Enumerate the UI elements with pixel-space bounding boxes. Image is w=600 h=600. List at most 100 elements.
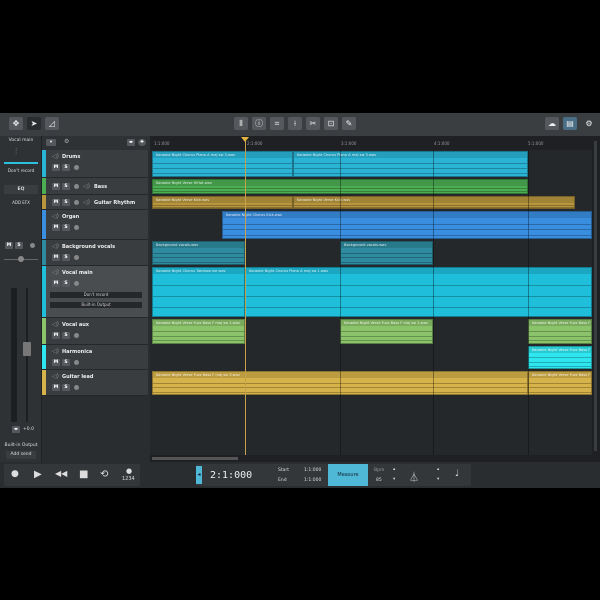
audio-clip[interactable]: Karaoke Night Chorus Piano A maj sw 1.wa… <box>245 267 592 317</box>
solo-button[interactable]: S <box>62 280 70 287</box>
audio-clip[interactable]: Karaoke Night Verse Fuzz Bass F maj sw 1… <box>528 319 592 344</box>
mute-button[interactable]: M <box>5 242 13 249</box>
record-arm-button[interactable] <box>74 281 79 286</box>
audio-clip[interactable]: Karaoke Night Chorus Piano A maj sw 3.wa… <box>152 151 293 177</box>
collapse-icon[interactable]: ◂▸ <box>127 139 135 146</box>
track-name[interactable]: Drums <box>62 154 80 160</box>
pointer-icon[interactable]: ➤ <box>27 117 41 130</box>
track-header-vocal-aux[interactable]: ◁) Vocal aux M S <box>42 318 148 345</box>
speaker-icon[interactable]: ◁) <box>52 373 59 380</box>
add-efx-button[interactable]: ADD EFX <box>4 199 38 207</box>
track-header-bass[interactable]: M S ◁) Bass <box>42 178 148 195</box>
speaker-icon[interactable]: ◁) <box>83 199 90 206</box>
automation-icon[interactable]: ◿ <box>45 117 59 130</box>
solo-button[interactable]: S <box>62 224 70 231</box>
track-header-harmonica[interactable]: ◁) Harmonica M S <box>42 345 148 370</box>
track-name[interactable]: Bass <box>94 184 107 190</box>
track-name[interactable]: Background vocals <box>62 244 115 250</box>
pencil-icon[interactable]: ✎ <box>342 117 356 130</box>
mute-button[interactable]: M <box>52 384 60 391</box>
locate-icon[interactable]: ◂ <box>196 466 202 484</box>
record-arm-button[interactable] <box>74 333 79 338</box>
record-mode-select[interactable]: Don't record <box>50 292 142 298</box>
paint-icon[interactable]: ⊡ <box>324 117 338 130</box>
speaker-icon[interactable]: ◁) <box>52 153 59 160</box>
track-name[interactable]: Harmonica <box>62 349 92 355</box>
solo-button[interactable]: S <box>62 359 70 366</box>
speaker-icon[interactable]: ◁) <box>83 183 90 190</box>
track-header-guitar-rhythm[interactable]: M S ◁) Guitar Rhythm <box>42 195 148 210</box>
track-name[interactable]: Guitar Rhythm <box>94 200 135 206</box>
move-icon[interactable]: ✥ <box>9 117 23 130</box>
record-arm-button[interactable] <box>74 200 79 205</box>
audio-clip[interactable]: Karaoke Night Chorus Piano A maj sw 3.wa… <box>293 151 528 177</box>
audio-clip[interactable]: Karaoke Night Verse Kick.wav <box>293 196 575 209</box>
record-arm-button[interactable] <box>74 225 79 230</box>
signature-down-icon[interactable]: ▾ <box>437 477 439 482</box>
bpm-value[interactable]: 85 <box>376 478 382 483</box>
track-name[interactable]: Guitar lead <box>62 374 93 380</box>
track-header-organ[interactable]: ◁) Organ M S <box>42 210 148 240</box>
volume-fader[interactable] <box>23 342 31 356</box>
loop-icon[interactable]: ⟲ <box>100 469 108 480</box>
note-icon[interactable]: ♩ <box>455 469 459 479</box>
solo-button[interactable]: S <box>15 242 23 249</box>
speaker-icon[interactable]: ◁) <box>52 243 59 250</box>
metronome-icon[interactable]: ⏃ <box>409 469 419 484</box>
record-mode[interactable]: Don't record <box>0 169 42 174</box>
track-header-vocal-main[interactable]: ◁) Vocal main M S Don't record Built-in … <box>42 266 148 318</box>
mute-button[interactable]: M <box>52 280 60 287</box>
mute-button[interactable]: M <box>52 183 60 190</box>
solo-button[interactable]: S <box>62 254 70 261</box>
horizontal-scrollbar[interactable] <box>150 455 592 462</box>
measure-button[interactable]: Measure <box>328 464 368 486</box>
speaker-icon[interactable]: ◁) <box>52 321 59 328</box>
record-arm-button[interactable] <box>74 255 79 260</box>
eq-button[interactable]: EQ <box>4 185 38 194</box>
start-value[interactable]: 1:1:000 <box>304 468 321 473</box>
fader-mode-icon[interactable]: ◂▸ <box>12 426 20 433</box>
bpm-up-icon[interactable]: ▴ <box>393 467 395 472</box>
gear-icon[interactable]: ⚙ <box>584 117 594 130</box>
mute-button[interactable]: M <box>52 359 60 366</box>
output-select[interactable]: Built-in Output <box>50 302 142 308</box>
signature-up-icon[interactable]: ▴ <box>437 467 439 472</box>
track-settings-icon[interactable]: ⚙ <box>64 138 69 145</box>
split-icon[interactable]: ⟊ <box>288 117 302 130</box>
ruler[interactable]: 1:1:000 2:1:000 3:1:000 4:1:000 5:1:000 <box>150 136 592 150</box>
rewind-icon[interactable]: ◀◀ <box>55 469 67 478</box>
audio-clip[interactable]: Karaoke Night Verse Kick.wav <box>152 196 293 209</box>
metronome-count-icon[interactable]: ● <box>126 467 132 475</box>
speaker-icon[interactable]: ◁) <box>52 213 59 220</box>
record-arm-button[interactable] <box>74 165 79 170</box>
count-in[interactable]: 1234 <box>122 476 135 482</box>
track-header-background-vocals[interactable]: ◁) Background vocals M S <box>42 240 148 266</box>
mute-button[interactable]: M <box>52 224 60 231</box>
filter-icon[interactable]: ▾ <box>46 139 56 146</box>
snap-icon[interactable]: ⌗ <box>270 117 284 130</box>
vertical-scrollbar[interactable] <box>592 136 600 462</box>
track-name[interactable]: Organ <box>62 214 79 220</box>
record-arm-button[interactable] <box>74 184 79 189</box>
cloud-upload-icon[interactable]: ☁ <box>545 117 559 130</box>
stop-icon[interactable]: ■ <box>79 469 88 480</box>
track-name[interactable]: Vocal aux <box>62 322 89 328</box>
add-send-button[interactable]: Add send <box>6 451 36 459</box>
speaker-icon[interactable]: ◁) <box>52 269 59 276</box>
clipboard-icon[interactable]: ▤ <box>563 117 577 130</box>
add-track-icon[interactable]: ✚ <box>138 139 146 146</box>
solo-button[interactable]: S <box>62 332 70 339</box>
speaker-icon[interactable]: ◁) <box>52 348 59 355</box>
record-arm-button[interactable] <box>74 385 79 390</box>
info-icon[interactable]: ⓘ <box>252 117 266 130</box>
position-display[interactable]: 2:1:000 <box>210 470 252 481</box>
solo-button[interactable]: S <box>62 183 70 190</box>
audio-clip[interactable]: Karaoke Night Chorus Kick.wav <box>222 211 592 239</box>
cut-icon[interactable]: ✂ <box>306 117 320 130</box>
end-value[interactable]: 1:1:000 <box>304 478 321 483</box>
audio-clip[interactable]: Background vocals.wav <box>152 241 245 265</box>
audio-clip[interactable]: Karaoke Night Verse Fuzz Bass F maj sw 1… <box>152 319 245 344</box>
bpm-down-icon[interactable]: ▾ <box>393 477 395 482</box>
pan-knob[interactable] <box>18 256 24 262</box>
audio-clip[interactable]: Karaoke Night Chorus Tambourine.wav <box>152 267 245 317</box>
